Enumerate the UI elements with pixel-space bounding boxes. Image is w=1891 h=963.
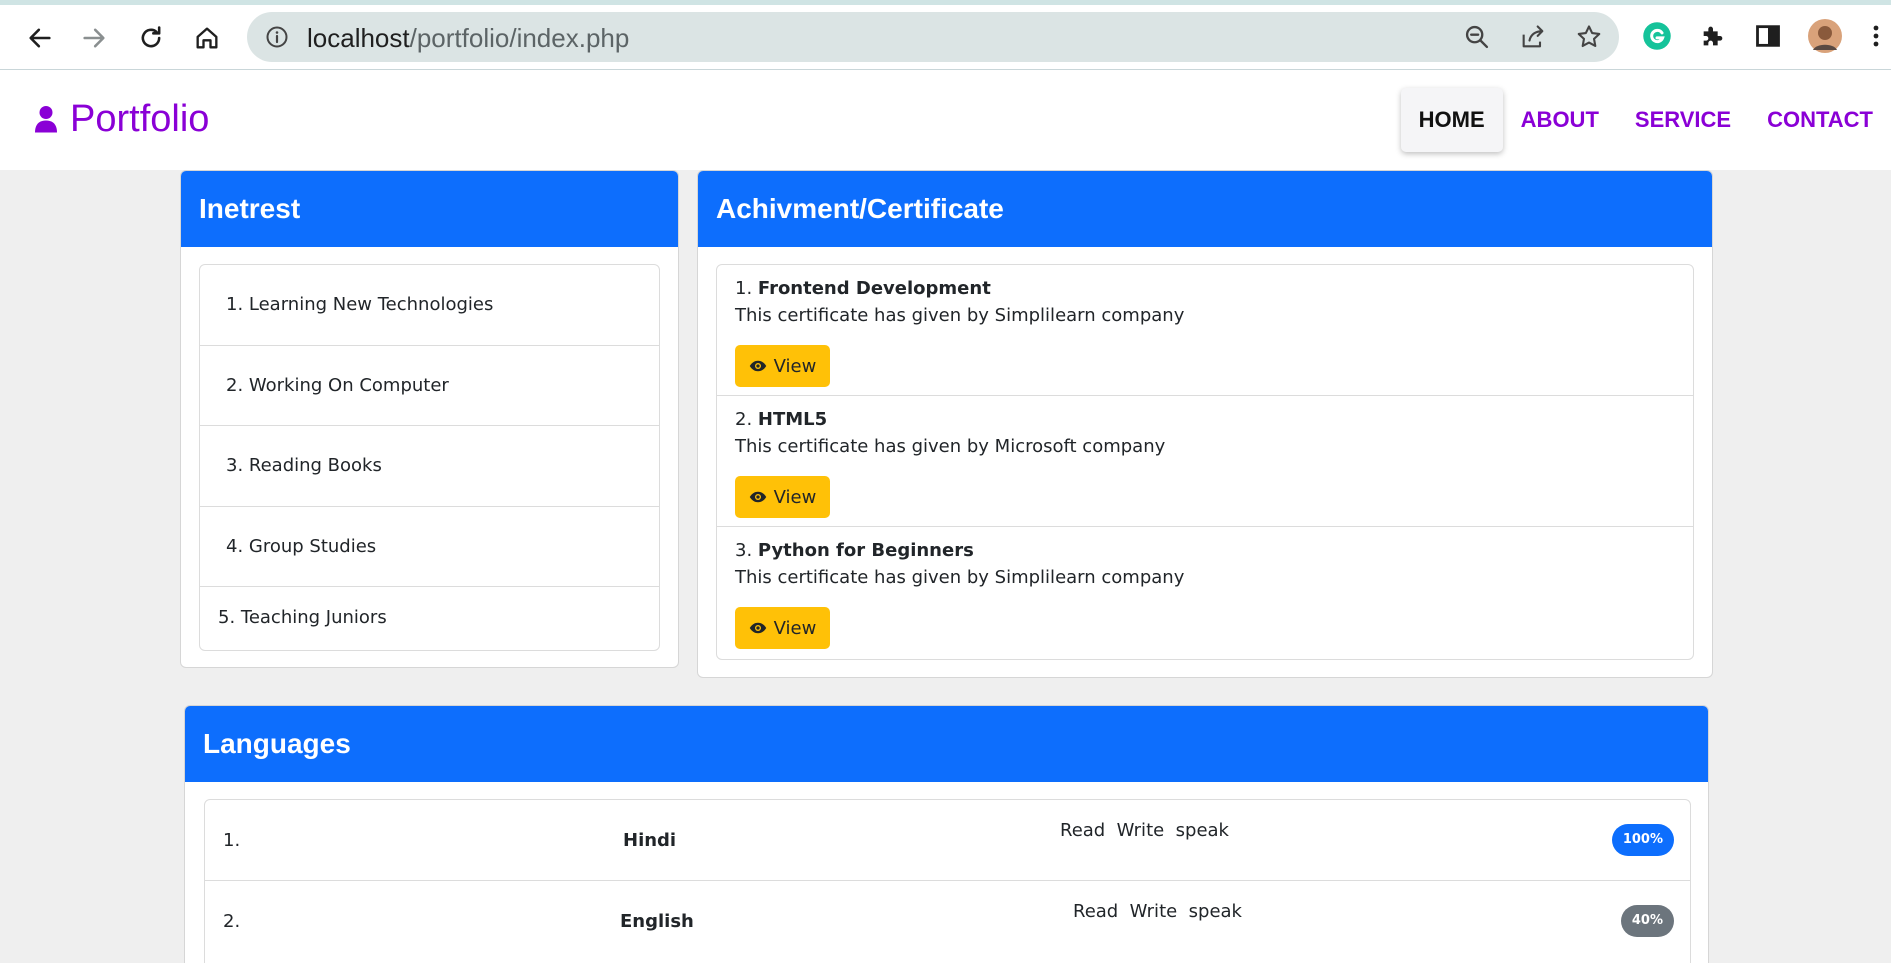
address-bar[interactable]: localhost/portfolio/index.php <box>247 12 1619 62</box>
certificate-item: 3. Python for Beginners This certificate… <box>717 527 1693 658</box>
view-certificate-button[interactable]: View <box>735 345 830 387</box>
languages-list: 1. Hindi Read Write speak 100% 2. Englis… <box>204 799 1691 963</box>
arrow-left-icon <box>29 28 51 48</box>
menu-kebab-icon[interactable] <box>1866 19 1886 53</box>
certificate-item: 2. HTML5 This certificate has given by M… <box>717 396 1693 527</box>
list-item: 4. Group Studies <box>200 507 659 587</box>
certificate-title: 2. HTML5 <box>735 409 828 430</box>
nav-service[interactable]: SERVICE <box>1617 88 1749 152</box>
language-row: 1. Hindi Read Write speak 100% <box>205 800 1690 881</box>
interest-card: Inetrest 1. Learning New Technologies 2.… <box>180 170 679 668</box>
home-button[interactable] <box>187 18 227 58</box>
languages-card-title: Languages <box>185 706 1708 782</box>
certificate-card-title: Achivment/Certificate <box>698 171 1712 247</box>
eye-icon <box>749 491 766 503</box>
eye-icon <box>749 622 766 634</box>
list-item: 1. Learning New Technologies <box>200 265 659 346</box>
nav-about[interactable]: ABOUT <box>1503 88 1617 152</box>
site-info-icon[interactable] <box>265 25 289 49</box>
certificate-description: This certificate has given by Simplilear… <box>735 305 1185 326</box>
home-icon <box>196 27 218 49</box>
list-item: 5. Teaching Juniors <box>218 607 387 628</box>
back-button[interactable] <box>20 18 60 58</box>
certificate-description: This certificate has given by Microsoft … <box>735 436 1166 457</box>
list-item: 2. Working On Computer <box>200 346 659 426</box>
side-panel-icon[interactable] <box>1751 19 1785 53</box>
browser-toolbar: localhost/portfolio/index.php <box>0 0 1891 70</box>
language-number: 2. <box>223 910 241 932</box>
certificate-title: 3. Python for Beginners <box>735 540 974 561</box>
reload-button[interactable] <box>131 18 171 58</box>
user-icon <box>35 106 57 133</box>
view-certificate-button[interactable]: View <box>735 607 830 649</box>
bookmark-star-icon[interactable] <box>1575 23 1603 51</box>
certificate-list: 1. Frontend Development This certificate… <box>716 264 1694 660</box>
interest-card-title: Inetrest <box>181 171 678 247</box>
brand-text: Portfolio <box>70 98 210 140</box>
languages-card: Languages 1. Hindi Read Write speak 100%… <box>184 705 1709 963</box>
language-row: 2. English Read Write speak 40% <box>205 881 1690 962</box>
extensions-puzzle-icon[interactable] <box>1696 19 1730 53</box>
list-item: 3. Reading Books <box>200 426 659 507</box>
certificate-item: 1. Frontend Development This certificate… <box>717 265 1693 396</box>
language-skills: Read Write speak <box>1060 820 1229 841</box>
language-skills: Read Write speak <box>1073 900 1242 922</box>
interest-list: 1. Learning New Technologies 2. Working … <box>199 264 660 651</box>
zoom-out-icon[interactable] <box>1463 23 1491 51</box>
brand-link[interactable]: Portfolio <box>34 98 209 141</box>
url-text[interactable]: localhost/portfolio/index.php <box>307 23 629 54</box>
language-number: 1. <box>223 830 241 851</box>
eye-icon <box>749 360 766 372</box>
language-level-badge: 40% <box>1620 904 1674 937</box>
grammarly-extension-icon[interactable] <box>1640 19 1674 53</box>
language-name: Hindi <box>623 830 677 851</box>
language-name: English <box>620 910 694 932</box>
language-level-badge: 100% <box>1611 824 1674 856</box>
profile-avatar[interactable] <box>1808 19 1842 53</box>
nav-home[interactable]: HOME <box>1400 88 1503 152</box>
forward-button[interactable] <box>74 18 114 58</box>
site-navbar: Portfolio HOME ABOUT SERVICE CONTACT <box>0 70 1891 170</box>
view-certificate-button[interactable]: View <box>735 476 830 518</box>
tab-strip-edge <box>0 0 1891 5</box>
certificate-title: 1. Frontend Development <box>735 278 991 299</box>
certificate-description: This certificate has given by Simplilear… <box>735 567 1185 588</box>
nav-menu: HOME ABOUT SERVICE CONTACT <box>1400 88 1891 152</box>
share-icon[interactable] <box>1519 23 1547 51</box>
nav-contact[interactable]: CONTACT <box>1749 88 1891 152</box>
reload-icon <box>141 26 161 48</box>
arrow-right-icon <box>83 28 105 48</box>
certificate-card: Achivment/Certificate 1. Frontend Develo… <box>697 170 1713 678</box>
